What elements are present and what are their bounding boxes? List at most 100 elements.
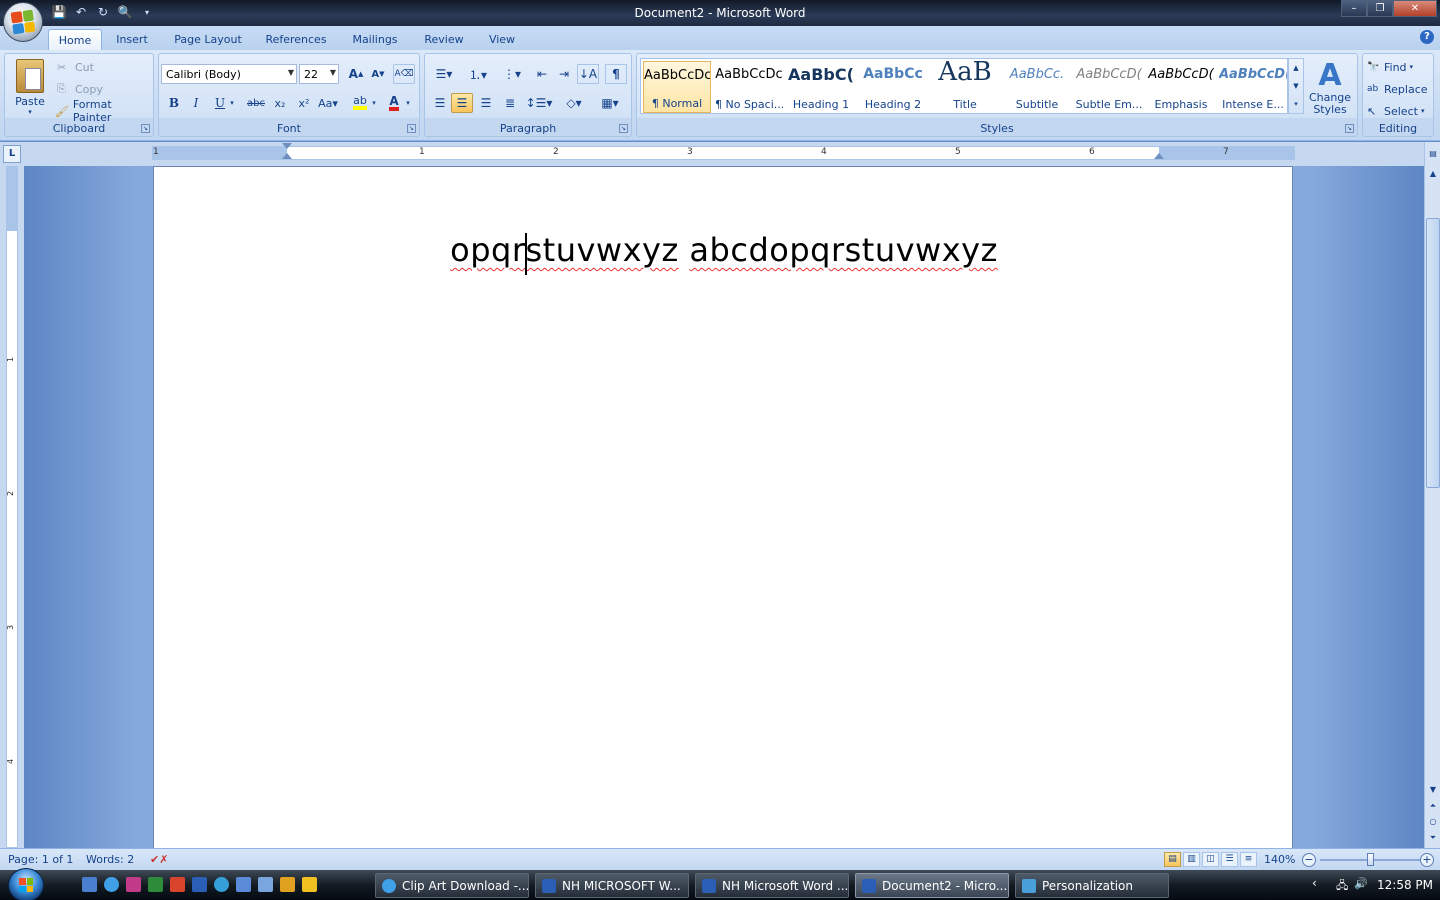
zoom-out-icon[interactable]: − bbox=[1302, 853, 1316, 867]
word-count[interactable]: Words: 2 bbox=[86, 853, 134, 866]
gallery-down-icon[interactable]: ▼ bbox=[1289, 77, 1303, 95]
font-color-dropdown-icon[interactable]: ▾ bbox=[403, 93, 413, 113]
print-layout-icon[interactable]: ▤ bbox=[1164, 852, 1181, 867]
show-formatting-icon[interactable]: ¶ bbox=[605, 64, 627, 84]
taskbar-item-nh-microsoft-word[interactable]: NH Microsoft Word ... bbox=[695, 873, 849, 898]
style-emphasis[interactable]: AaBbCcD( Emphasis bbox=[1147, 61, 1215, 113]
full-screen-reading-icon[interactable]: ▥ bbox=[1183, 852, 1200, 867]
draft-icon[interactable]: ≡ bbox=[1240, 852, 1257, 867]
taskbar-item-nh-microsoft-w[interactable]: NH MICROSOFT W... bbox=[535, 873, 689, 898]
web-layout-icon[interactable]: ◫ bbox=[1202, 852, 1219, 867]
align-right-icon[interactable]: ☰ bbox=[475, 93, 497, 113]
search-icon[interactable] bbox=[214, 877, 229, 892]
font-name-combo[interactable]: Calibri (Body) ▼ bbox=[161, 64, 297, 84]
app-icon[interactable] bbox=[280, 877, 295, 892]
style-no-spacing[interactable]: AaBbCcDc ¶ No Spaci... bbox=[715, 61, 783, 113]
tray-expand-icon[interactable]: ‹ bbox=[1312, 876, 1317, 890]
decrease-indent-icon[interactable]: ⇤ bbox=[531, 64, 553, 84]
computer-icon[interactable] bbox=[236, 877, 251, 892]
scroll-thumb[interactable] bbox=[1426, 218, 1440, 488]
proofing-icon[interactable]: ✔✗ bbox=[150, 853, 168, 866]
style-heading-1[interactable]: AaBbC( Heading 1 bbox=[787, 61, 855, 113]
change-styles-button[interactable]: A Change Styles bbox=[1306, 56, 1354, 120]
bullets-icon[interactable]: ☰▾ bbox=[429, 64, 459, 84]
paragraph-launcher-icon[interactable]: ↘ bbox=[619, 124, 628, 133]
gallery-more-icon[interactable]: ▾ bbox=[1289, 95, 1303, 113]
bold-icon[interactable]: B bbox=[163, 93, 185, 113]
taskbar-item-document2[interactable]: Document2 - Micro... bbox=[855, 873, 1009, 898]
close-button[interactable]: ✕ bbox=[1393, 0, 1437, 17]
copy-button[interactable]: ⎘ Copy bbox=[57, 80, 103, 98]
tab-view[interactable]: View bbox=[480, 29, 524, 50]
highlight-icon[interactable]: ab bbox=[349, 93, 371, 113]
tab-selector[interactable]: L bbox=[3, 145, 21, 163]
page-count[interactable]: Page: 1 of 1 bbox=[8, 853, 73, 866]
justify-icon[interactable]: ≣ bbox=[499, 93, 521, 113]
horizontal-ruler[interactable]: 1 1 2 3 4 5 6 7 bbox=[152, 143, 1295, 160]
style-normal[interactable]: AaBbCcDc ¶ Normal bbox=[643, 61, 711, 113]
previous-page-icon[interactable]: ⏶ bbox=[1426, 798, 1440, 814]
show-desktop-icon[interactable] bbox=[82, 877, 97, 892]
zoom-slider-thumb[interactable] bbox=[1367, 853, 1374, 866]
strikethrough-icon[interactable]: abc bbox=[245, 93, 267, 113]
font-size-combo[interactable]: 22 ▼ bbox=[299, 64, 339, 84]
right-indent-marker[interactable] bbox=[1154, 153, 1164, 159]
style-subtitle[interactable]: AaBbCc. Subtitle bbox=[1003, 61, 1071, 113]
highlight-dropdown-icon[interactable]: ▾ bbox=[369, 93, 379, 113]
select-button[interactable]: ↖ Select ▾ bbox=[1367, 102, 1424, 120]
tab-references[interactable]: References bbox=[258, 29, 334, 50]
maximize-button[interactable]: ❐ bbox=[1367, 0, 1393, 17]
gallery-up-icon[interactable]: ▲ bbox=[1289, 59, 1303, 77]
clear-formatting-icon[interactable]: A⌫ bbox=[393, 64, 415, 84]
outline-icon[interactable]: ☰ bbox=[1221, 852, 1238, 867]
style-subtle-emphasis[interactable]: AaBbCcD( Subtle Em... bbox=[1075, 61, 1143, 113]
hanging-indent-marker[interactable] bbox=[282, 153, 292, 159]
paste-button[interactable]: Paste ▾ bbox=[7, 56, 53, 118]
document-page[interactable]: opqrstuvwxyz abcdopqrstuvwxyz bbox=[153, 166, 1293, 848]
tab-review[interactable]: Review bbox=[416, 29, 472, 50]
scroll-down-icon[interactable]: ▼ bbox=[1426, 782, 1440, 798]
shading-icon[interactable]: ◇▾ bbox=[559, 93, 589, 113]
tab-mailings[interactable]: Mailings bbox=[343, 29, 407, 50]
replace-button[interactable]: ab Replace bbox=[1367, 80, 1428, 98]
tab-insert[interactable]: Insert bbox=[106, 29, 158, 50]
align-left-icon[interactable]: ☰ bbox=[429, 93, 451, 113]
styles-launcher-icon[interactable]: ↘ bbox=[1345, 124, 1354, 133]
minimize-button[interactable]: – bbox=[1341, 0, 1367, 17]
network-icon[interactable]: 🖧 bbox=[1336, 877, 1348, 896]
excel-icon[interactable] bbox=[148, 877, 163, 892]
select-browse-object-icon[interactable]: ○ bbox=[1426, 814, 1440, 830]
access-icon[interactable] bbox=[170, 877, 185, 892]
subscript-icon[interactable]: x₂ bbox=[269, 93, 291, 113]
office-button[interactable] bbox=[3, 2, 43, 42]
first-line-indent-marker[interactable] bbox=[282, 143, 292, 149]
style-heading-2[interactable]: AaBbCc Heading 2 bbox=[859, 61, 927, 113]
clock[interactable]: 12:58 PM bbox=[1377, 878, 1433, 892]
borders-icon[interactable]: ▦▾ bbox=[595, 93, 625, 113]
volume-icon[interactable]: 🔊 bbox=[1354, 877, 1368, 896]
underline-dropdown-icon[interactable]: ▾ bbox=[227, 93, 237, 113]
vertical-ruler[interactable]: 1 2 3 4 bbox=[6, 166, 18, 848]
word-icon[interactable] bbox=[192, 877, 207, 892]
line-spacing-icon[interactable]: ↕☰▾ bbox=[525, 93, 553, 113]
grow-font-icon[interactable]: A ▲ bbox=[345, 64, 367, 84]
zoom-in-icon[interactable]: + bbox=[1420, 853, 1434, 867]
document-text[interactable]: opqrstuvwxyz abcdopqrstuvwxyz bbox=[154, 231, 1294, 269]
sort-icon[interactable]: ↓A bbox=[577, 64, 599, 84]
window-switch-icon[interactable] bbox=[258, 877, 273, 892]
style-intense-emphasis[interactable]: AaBbCcD( Intense E... bbox=[1219, 61, 1287, 113]
superscript-icon[interactable]: x² bbox=[293, 93, 315, 113]
increase-indent-icon[interactable]: ⇥ bbox=[553, 64, 575, 84]
vertical-scrollbar[interactable]: ▤ ▲ ▼ ⏶ ○ ⏷ bbox=[1424, 142, 1440, 848]
media-icon[interactable] bbox=[302, 877, 317, 892]
taskbar-item-clip-art[interactable]: Clip Art Download -... bbox=[375, 873, 529, 898]
change-case-icon[interactable]: Aa▾ bbox=[317, 93, 339, 113]
start-button[interactable] bbox=[8, 868, 44, 900]
zoom-level[interactable]: 140% bbox=[1264, 853, 1295, 866]
help-icon[interactable]: ? bbox=[1420, 30, 1434, 44]
next-page-icon[interactable]: ⏷ bbox=[1426, 830, 1440, 846]
tab-home[interactable]: Home bbox=[48, 29, 102, 50]
numbering-icon[interactable]: ⒈▾ bbox=[463, 64, 493, 84]
format-painter-button[interactable]: 🖌 Format Painter bbox=[55, 98, 153, 124]
italic-icon[interactable]: I bbox=[185, 93, 207, 113]
